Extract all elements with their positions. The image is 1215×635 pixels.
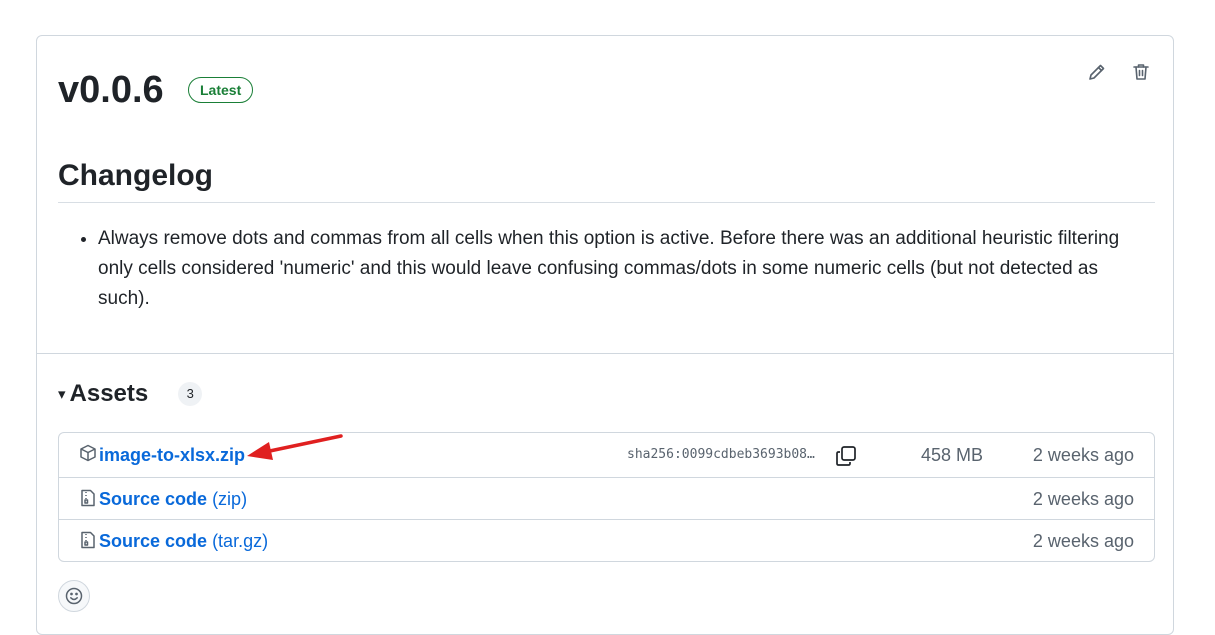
copy-button[interactable] [835, 445, 857, 467]
section-divider [37, 353, 1173, 354]
assets-count: 3 [178, 382, 203, 406]
asset-size: 458 MB [921, 445, 984, 465]
latest-badge: Latest [188, 77, 254, 103]
delete-button[interactable] [1129, 60, 1153, 84]
asset-date: 2 weeks ago [1032, 489, 1134, 509]
trash-icon [1133, 64, 1149, 80]
asset-date: 2 weeks ago [1032, 445, 1134, 465]
changelog-list: Always remove dots and commas from all c… [58, 224, 1138, 314]
caret-down-icon: ▾ [58, 386, 66, 403]
release-actions [1085, 60, 1153, 84]
pencil-icon [1089, 64, 1105, 80]
release-card: v0.0.6 Latest Changelog Always remove do… [36, 35, 1174, 635]
assets-toggle[interactable]: ▾ Assets 3 [58, 380, 203, 408]
release-tag: v0.0.6 [58, 69, 164, 111]
package-icon [79, 444, 97, 462]
add-reaction-button[interactable] [58, 580, 90, 612]
asset-row: image-to-xlsx.zip sha256:0099cdbeb3693b0… [59, 433, 1154, 477]
source-code-zip-link[interactable]: Source code (zip) [99, 478, 247, 520]
asset-sha: sha256:0099cdbeb3693b08… [627, 447, 815, 462]
changelog-heading: Changelog [58, 159, 213, 192]
file-zip-icon [79, 531, 97, 549]
heading-divider [58, 202, 1155, 203]
file-zip-icon [79, 489, 97, 507]
asset-link-zip[interactable]: image-to-xlsx.zip [99, 433, 245, 477]
source-code-targz-link[interactable]: Source code (tar.gz) [99, 520, 268, 562]
assets-list: image-to-xlsx.zip sha256:0099cdbeb3693b0… [58, 432, 1155, 562]
edit-button[interactable] [1085, 60, 1109, 84]
copy-icon [836, 446, 856, 466]
smiley-icon [65, 587, 83, 605]
asset-row: Source code (tar.gz) 2 weeks ago [59, 519, 1154, 561]
assets-title: Assets [69, 380, 149, 407]
asset-date: 2 weeks ago [1032, 531, 1134, 551]
asset-row: Source code (zip) 2 weeks ago [59, 477, 1154, 519]
changelog-item: Always remove dots and commas from all c… [98, 224, 1138, 314]
